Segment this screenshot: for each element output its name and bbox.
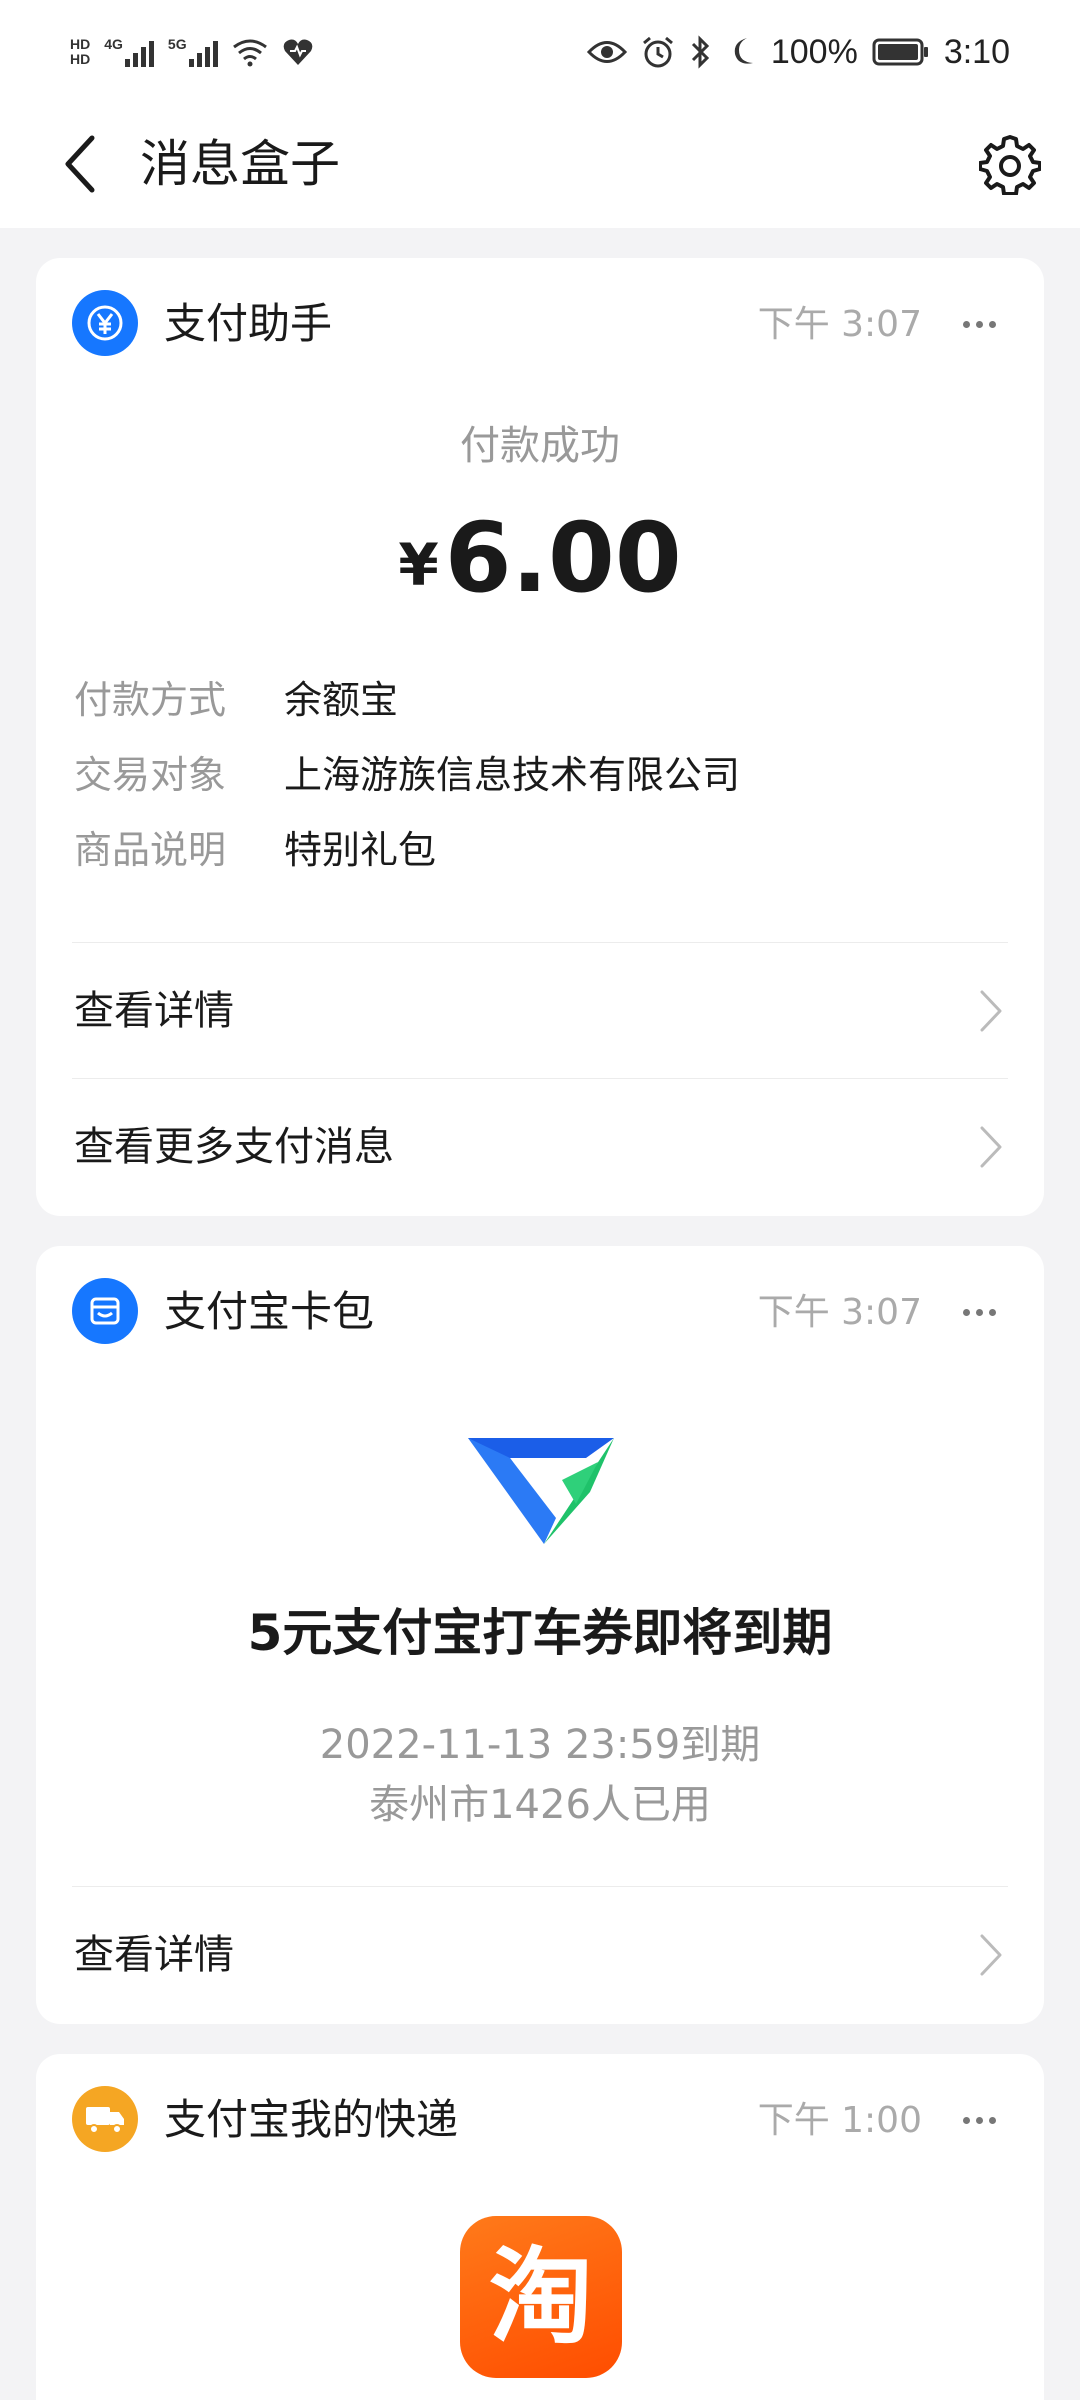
settings-button[interactable]: [970, 124, 1050, 204]
dot: [988, 2116, 996, 2124]
taobao-glyph: 淘: [488, 2236, 593, 2358]
view-details-label: 查看详情: [74, 988, 234, 1034]
detail-row-description: 商品说明 特别礼包: [74, 820, 436, 880]
chevron-right-icon: [980, 1934, 1002, 1976]
battery-percent: 100%: [770, 32, 858, 71]
dot: [962, 2116, 970, 2124]
hd-top: HD: [70, 36, 91, 52]
status-bar: HD HD 4G 5G 100% 3:10: [0, 0, 1080, 100]
page-title: 消息盒子: [140, 135, 340, 193]
currency-symbol: ¥: [398, 531, 439, 599]
dot: [988, 320, 996, 328]
header: 消息盒子: [0, 100, 1080, 228]
cardpack-card-time: 下午 3:07: [757, 1292, 922, 1333]
detail-value: 上海游族信息技术有限公司: [284, 753, 741, 797]
detail-key: 交易对象: [74, 753, 227, 797]
signal-icon: [188, 37, 218, 67]
coupon-headline: 5元支付宝打车券即将到期: [247, 1604, 833, 1662]
divider: [72, 1078, 1008, 1079]
express-more-button[interactable]: [944, 2090, 1014, 2150]
hd-indicator: HD HD: [70, 37, 90, 67]
coupon-expiry: 2022-11-13 23:59到期: [319, 1722, 761, 1768]
chevron-right-icon: [980, 1126, 1002, 1168]
detail-value: 特别礼包: [284, 828, 437, 872]
network-1-label: 4G: [104, 36, 123, 52]
network-1: 4G: [104, 37, 154, 67]
detail-value: 余额宝: [284, 678, 399, 722]
truck-icon: [86, 2107, 124, 2134]
divider: [72, 1886, 1008, 1887]
coupon-details-label: 查看详情: [74, 1932, 234, 1978]
taxi-logo-icon: [468, 1438, 614, 1544]
coupon-usage: 泰州市1426人已用: [369, 1782, 711, 1828]
dot: [975, 320, 983, 328]
eye-icon: [586, 41, 627, 63]
status-right: 100% 3:10: [586, 28, 1010, 76]
cardpack-app-icon: [72, 1278, 138, 1344]
more-payments-label: 查看更多支付消息: [74, 1124, 394, 1170]
more-payments-link[interactable]: 查看更多支付消息: [36, 1080, 1044, 1214]
cardpack-card-title: 支付宝卡包: [164, 1287, 375, 1336]
hd-bottom: HD: [70, 51, 91, 67]
network-2: 5G: [168, 37, 218, 67]
payment-more-button[interactable]: [944, 294, 1014, 354]
payment-card-header: 支付助手 下午 3:07: [36, 258, 1044, 388]
cardpack-more-button[interactable]: [944, 1282, 1014, 1342]
express-card-time: 下午 1:00: [757, 2100, 922, 2141]
chevron-right-icon: [980, 990, 1002, 1032]
clock: 3:10: [943, 32, 1010, 71]
alarm-icon: [642, 36, 673, 68]
back-button[interactable]: [40, 124, 120, 204]
dot: [988, 1308, 996, 1316]
gear-icon: [979, 135, 1041, 195]
taobao-icon: 淘: [460, 2216, 622, 2378]
coupon-details-link[interactable]: 查看详情: [36, 1888, 1044, 2022]
signal-icon: [124, 37, 154, 67]
wifi-icon: [232, 39, 267, 67]
battery-icon: [872, 38, 928, 66]
dot: [962, 320, 970, 328]
dot: [975, 1308, 983, 1316]
view-details-link[interactable]: 查看详情: [36, 944, 1044, 1078]
detail-key: 付款方式: [74, 678, 227, 722]
yuan-icon: [87, 305, 123, 341]
payment-app-icon: [72, 290, 138, 356]
cardpack-card-header: 支付宝卡包 下午 3:07: [36, 1246, 1044, 1376]
dot: [975, 2116, 983, 2124]
detail-row-counterparty: 交易对象 上海游族信息技术有限公司: [74, 745, 740, 805]
express-card-header: 支付宝我的快递 下午 1:00: [36, 2054, 1044, 2184]
bluetooth-icon: [691, 35, 709, 69]
payment-status: 付款成功: [460, 423, 620, 469]
cardpack-card[interactable]: 支付宝卡包 下午 3:07 5元支付宝打车券即将到期 2022-11-13 23…: [36, 1246, 1044, 2024]
network-2-label: 5G: [167, 36, 187, 52]
payment-card[interactable]: 支付助手 下午 3:07 付款成功 ¥6.00 付款方式 余额宝 交易对象 上海…: [36, 258, 1044, 1216]
detail-row-method: 付款方式 余额宝: [74, 670, 398, 730]
express-app-icon: [72, 2086, 138, 2152]
express-card-title: 支付宝我的快递: [164, 2095, 459, 2144]
payment-amount-block: ¥6.00: [36, 498, 1044, 618]
dot: [962, 1308, 970, 1316]
moon-icon: [734, 38, 753, 64]
divider: [72, 942, 1008, 943]
heart-icon: [283, 39, 312, 65]
back-arrow-icon: [65, 135, 95, 193]
payment-card-time: 下午 3:07: [757, 304, 922, 345]
wallet-icon: [90, 1297, 120, 1325]
express-card[interactable]: 支付宝我的快递 下午 1:00 淘: [36, 2054, 1044, 2400]
status-left: HD HD 4G 5G: [70, 28, 314, 76]
detail-key: 商品说明: [74, 828, 227, 872]
payment-card-title: 支付助手: [164, 299, 333, 348]
payment-amount: 6.00: [444, 502, 682, 614]
